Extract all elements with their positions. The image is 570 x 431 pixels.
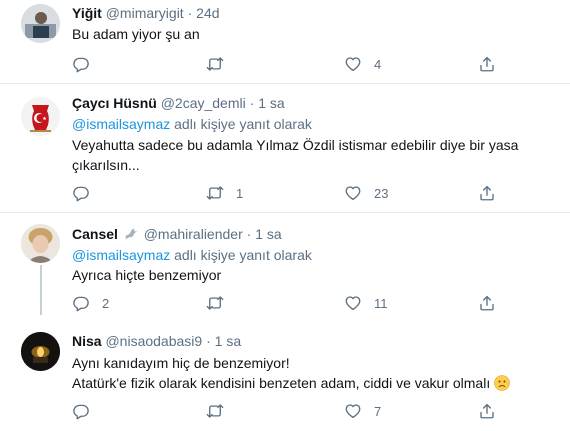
separator-dot: · xyxy=(187,5,193,21)
reply-count: 2 xyxy=(102,295,110,311)
tweet-header: Çaycı Hüsnü @2cay_demli · 1 sa xyxy=(72,95,285,111)
handle[interactable]: @mahiraliender xyxy=(144,226,243,242)
heart-icon xyxy=(344,184,362,202)
like-button[interactable]: 7 xyxy=(344,401,381,421)
handle[interactable]: @2cay_demli xyxy=(161,95,246,111)
retweet-icon xyxy=(206,184,224,202)
tweet-text: Bu adam yiyor şu an xyxy=(72,24,552,44)
retweet-count: 1 xyxy=(236,185,244,201)
heart-icon xyxy=(344,402,362,420)
avatar[interactable] xyxy=(21,224,60,263)
share-icon xyxy=(478,294,496,312)
reply-icon xyxy=(72,55,90,73)
reply-button[interactable]: 2 xyxy=(72,293,109,313)
tweet-header: Yiğit @mimaryigit · 24d xyxy=(72,5,220,21)
share-icon xyxy=(478,402,496,420)
tweet-text-line: Veyahutta sadece bu adamla Yılmaz Özdil … xyxy=(72,137,519,153)
tweet-header: Cansel @mahiraliender · 1 sa xyxy=(72,226,282,242)
tweet-actions: 7 xyxy=(72,401,542,421)
reply-mention-link[interactable]: @ismailsaymaz xyxy=(72,116,170,132)
tweet-text: Ayrıca hiçte benzemiyor xyxy=(72,265,552,285)
tweet-actions: 2 11 xyxy=(72,293,542,313)
tweet-actions: 1 23 xyxy=(72,183,542,203)
reply-context: @ismailsaymaz adlı kişiye yanıt olarak xyxy=(72,116,312,132)
share-button[interactable] xyxy=(478,183,496,203)
share-button[interactable] xyxy=(478,293,496,313)
tweet-header: Nisa @nisaodabasi9 · 1 sa xyxy=(72,333,241,349)
display-name[interactable]: Nisa xyxy=(72,333,102,349)
retweet-button[interactable] xyxy=(206,293,236,313)
like-button[interactable]: 4 xyxy=(344,54,381,74)
display-name[interactable]: Yiğit xyxy=(72,5,102,21)
reply-mention-link[interactable]: @ismailsaymaz xyxy=(72,247,170,263)
share-button[interactable] xyxy=(478,401,496,421)
reply-context: @ismailsaymaz adlı kişiye yanıt olarak xyxy=(72,247,312,263)
reply-context-text: adlı kişiye yanıt olarak xyxy=(174,247,312,263)
tweet-text: Aynı kanıdayım hiç de benzemiyor! Atatür… xyxy=(72,353,552,393)
like-count: 11 xyxy=(374,295,388,311)
retweet-icon xyxy=(206,402,224,420)
tweet-nisa[interactable]: Nisa @nisaodabasi9 · 1 sa Aynı kanıdayım… xyxy=(0,320,570,431)
timestamp[interactable]: 1 sa xyxy=(215,333,241,349)
tweet-actions: 4 xyxy=(72,54,542,74)
tweet-text-line: Bu adam yiyor şu an xyxy=(72,26,200,42)
like-button[interactable]: 23 xyxy=(344,183,388,203)
retweet-icon xyxy=(206,294,224,312)
reply-context-text: adlı kişiye yanıt olarak xyxy=(174,116,312,132)
tweet-text-line: Ayrıca hiçte benzemiyor xyxy=(72,267,222,283)
reply-button[interactable] xyxy=(72,401,102,421)
heart-icon xyxy=(344,294,362,312)
timestamp[interactable]: 24d xyxy=(196,5,219,21)
avatar[interactable] xyxy=(21,4,60,43)
share-button[interactable] xyxy=(478,54,496,74)
timestamp[interactable]: 1 sa xyxy=(258,95,284,111)
heart-icon xyxy=(344,55,362,73)
tweet-text-line: çıkarılsın... xyxy=(72,157,140,173)
sad-face-emoji xyxy=(494,375,510,391)
retweet-button[interactable] xyxy=(206,54,236,74)
like-count: 23 xyxy=(374,185,389,201)
handle[interactable]: @mimaryigit xyxy=(106,5,184,21)
tweet-text-line: Aynı kanıdayım hiç de benzemiyor! xyxy=(72,355,290,371)
tweet-yigit[interactable]: Yiğit @mimaryigit · 24d Bu adam yiyor şu… xyxy=(0,0,570,82)
tweet-text: Veyahutta sadece bu adamla Yılmaz Özdil … xyxy=(72,135,552,175)
separator-dot: · xyxy=(206,333,211,349)
tweet-text-line: Atatürk'e fizik olarak kendisini benzete… xyxy=(72,375,491,391)
display-name[interactable]: Cansel xyxy=(72,226,118,242)
dove-icon xyxy=(125,228,137,240)
avatar[interactable] xyxy=(21,97,60,136)
separator-dot: · xyxy=(246,226,252,242)
like-count: 7 xyxy=(374,403,382,419)
reply-icon xyxy=(72,402,90,420)
tweet-text-line-with-emoji: Atatürk'e fizik olarak kendisini benzete… xyxy=(72,373,552,393)
separator-dot: · xyxy=(249,95,255,111)
retweet-button[interactable] xyxy=(206,401,236,421)
tweet-cansel[interactable]: Cansel @mahiraliender · 1 sa @ismailsaym… xyxy=(0,213,570,317)
handle[interactable]: @nisaodabasi9 xyxy=(105,333,202,349)
retweet-icon xyxy=(206,55,224,73)
share-icon xyxy=(478,184,496,202)
reply-icon xyxy=(72,184,90,202)
avatar[interactable] xyxy=(21,332,60,371)
display-name[interactable]: Çaycı Hüsnü xyxy=(72,95,157,111)
like-button[interactable]: 11 xyxy=(344,293,388,313)
reply-button[interactable] xyxy=(72,54,102,74)
retweet-button[interactable]: 1 xyxy=(206,183,243,203)
tweet-cayci-husnu[interactable]: Çaycı Hüsnü @2cay_demli · 1 sa @ismailsa… xyxy=(0,84,570,208)
timestamp[interactable]: 1 sa xyxy=(255,226,281,242)
like-count: 4 xyxy=(374,56,382,72)
reply-button[interactable] xyxy=(72,183,102,203)
reply-icon xyxy=(72,294,90,312)
share-icon xyxy=(478,55,496,73)
